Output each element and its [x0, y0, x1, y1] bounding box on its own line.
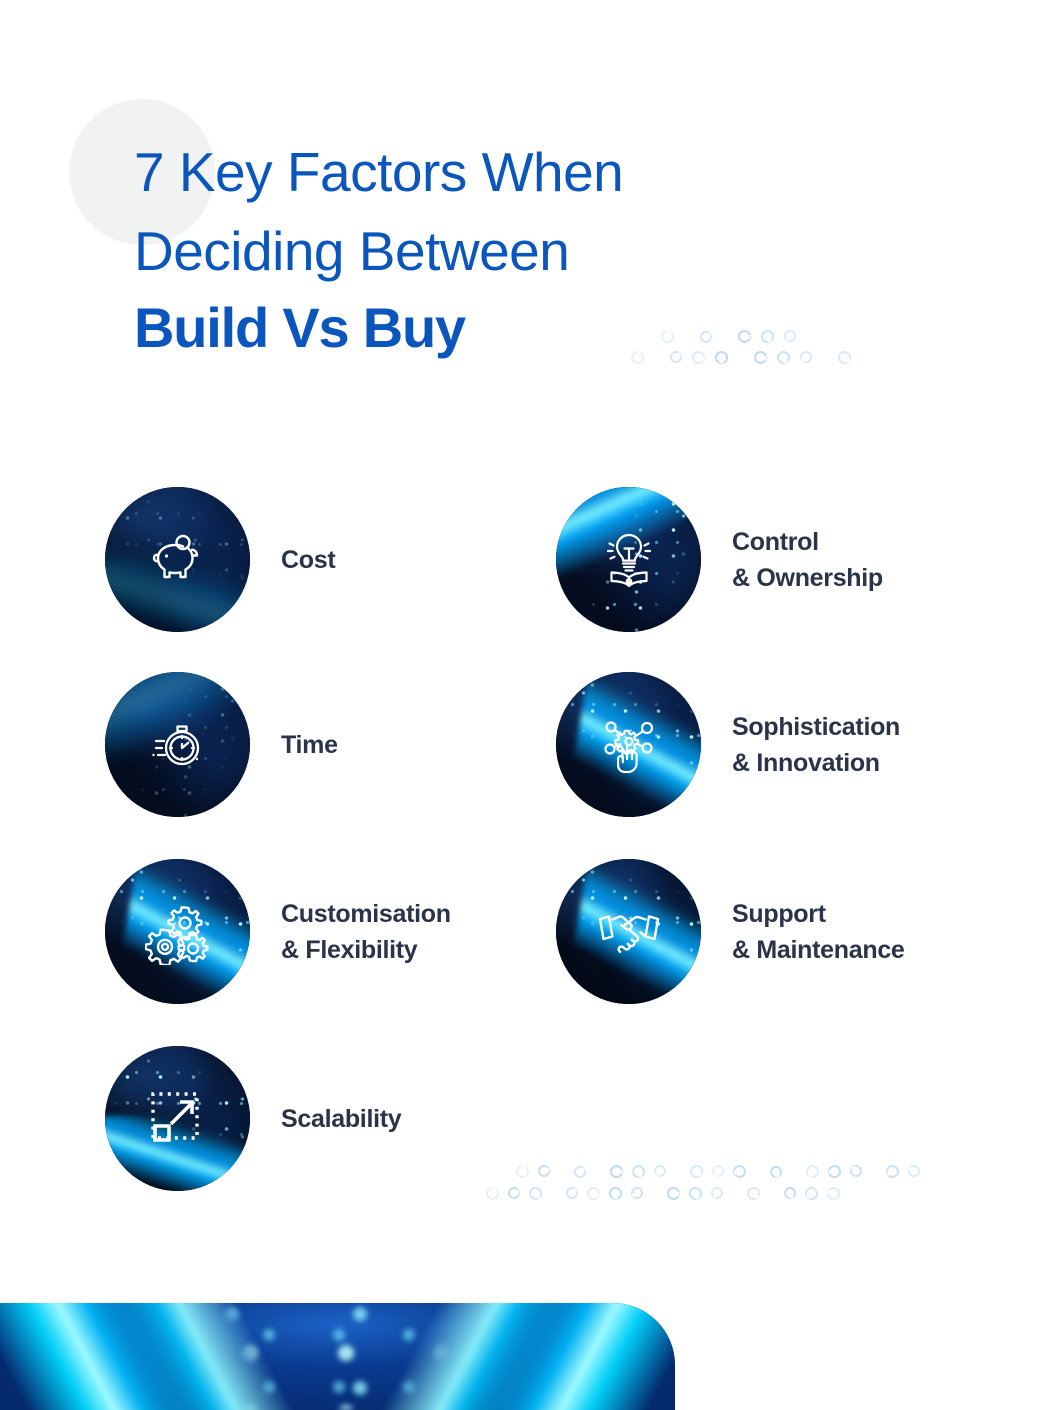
decorative-ring-dot [805, 1164, 820, 1179]
factor-icon-circle [105, 672, 250, 817]
factor-item-sophistication[interactable]: Sophistication & Innovation [556, 672, 900, 817]
decorative-dot-group [665, 1184, 725, 1203]
decorative-ring-dot [906, 1163, 922, 1179]
factor-item-scalability[interactable]: Scalability [105, 1046, 402, 1191]
decorative-dot-group [563, 1184, 646, 1202]
factor-item-cost[interactable]: Cost [105, 487, 336, 632]
decorative-ring-dot [571, 1163, 589, 1180]
decorative-dot-group [571, 1163, 589, 1180]
decorative-ring-dot [688, 1163, 705, 1180]
decorative-ring-dot [629, 1162, 648, 1181]
factor-icon-circle [105, 1046, 250, 1191]
decorative-ring-dot [526, 1184, 545, 1203]
decorative-ring-dot [665, 1185, 682, 1202]
lightbulb-book-icon [606, 533, 651, 587]
factor-item-customisation[interactable]: Customisation & Flexibility [105, 859, 451, 1004]
decorative-ring-dot [586, 1186, 601, 1201]
decorative-dot-row [486, 1184, 840, 1203]
decorative-dot-group [883, 1162, 922, 1181]
factor-item-time[interactable]: Time [105, 672, 338, 817]
decorative-dot-group [781, 1184, 840, 1203]
factor-label: Support & Maintenance [732, 899, 905, 964]
decorative-ring-dot [825, 1162, 844, 1181]
infographic-page: 7 Key Factors When Deciding Between Buil… [0, 0, 1050, 1410]
decorative-ring-dot [847, 1162, 865, 1180]
decorative-dot-group [688, 1162, 749, 1181]
decorative-ring-dot [608, 1163, 625, 1180]
decorative-ring-dot [802, 1184, 821, 1203]
decorative-ring-dot [686, 1184, 705, 1203]
decorative-dot-group [608, 1162, 668, 1181]
decorative-ring-dot [505, 1184, 523, 1202]
decorative-ring-dot [535, 1162, 553, 1180]
factor-label: Scalability [281, 1104, 402, 1133]
decorative-dot-row [516, 1162, 922, 1181]
piggy-bank-icon [152, 534, 198, 578]
factor-icon-circle [556, 672, 701, 817]
decorative-ring-dot [827, 1187, 840, 1200]
factor-label: Control & Ownership [732, 527, 883, 592]
decorative-dot-group [486, 1184, 545, 1203]
factor-label: Cost [281, 545, 336, 574]
decorative-ring-dot [652, 1163, 668, 1179]
decorative-ring-dot [730, 1162, 749, 1181]
decorative-dot-group [805, 1162, 865, 1181]
decorative-ring-dot [745, 1185, 762, 1202]
decorative-ring-dot [781, 1184, 799, 1202]
decorative-ring-dot [563, 1184, 581, 1202]
decorative-ring-dot [709, 1185, 725, 1201]
decorative-dot-group [516, 1162, 553, 1180]
fiber-optic-banner [0, 1303, 675, 1410]
factor-icon-circle [556, 859, 701, 1004]
factor-label: Time [281, 730, 338, 759]
factor-icon-circle [105, 859, 250, 1004]
decorative-ring-dot [883, 1162, 902, 1181]
factor-label: Sophistication & Innovation [732, 712, 901, 777]
decorative-ring-dot [607, 1185, 624, 1202]
factor-item-support[interactable]: Support & Maintenance [556, 859, 905, 1004]
decorative-ring-dot [711, 1164, 725, 1178]
handshake-icon [598, 914, 659, 953]
stopwatch-icon [151, 724, 199, 765]
factor-icon-circle [556, 487, 701, 632]
expand-arrow-icon [150, 1091, 199, 1142]
factor-item-control[interactable]: Control & Ownership [556, 487, 883, 632]
decorative-dot-group [745, 1185, 762, 1202]
decorative-ring-dot [486, 1187, 499, 1200]
decorative-ring-dot [628, 1184, 646, 1202]
decorative-ring-dot [516, 1165, 529, 1178]
decorative-ring-dot [767, 1163, 785, 1180]
gears-icon [144, 905, 208, 965]
decorative-dots-bottom [486, 1162, 922, 1210]
hand-gear-network-icon [603, 720, 653, 773]
factor-label: Customisation & Flexibility [281, 899, 451, 964]
decorative-dot-group [767, 1163, 785, 1180]
factor-icon-circle [105, 487, 250, 632]
